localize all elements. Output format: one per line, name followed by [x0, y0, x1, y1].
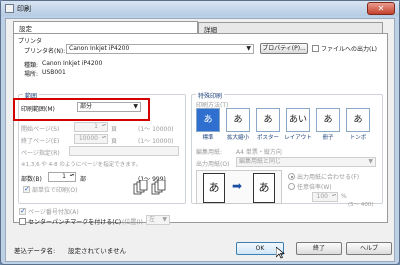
chevron-down-icon: ▼ [246, 45, 251, 52]
print-method-glyph: あ [323, 115, 333, 125]
print-method-label: 拡大縮小 [226, 135, 249, 141]
printer-group-title: プリンタ [18, 38, 43, 45]
title-bar[interactable]: 印刷 ✕ [1, 1, 399, 16]
print-method-label: 冊子 [322, 135, 334, 141]
print-range-label: 印刷範囲(M) [21, 106, 55, 113]
window-title: 印刷 [17, 5, 31, 13]
position-label: (位置(I) [122, 219, 143, 226]
chevron-down-icon: ▼ [162, 216, 167, 223]
end-page-unit: 頁 [111, 138, 118, 145]
print-method-glyph: あい [288, 115, 307, 125]
copies-label: 部数(B) [21, 176, 42, 183]
close-button[interactable]: 終了 [296, 242, 342, 255]
output-paper-value: 編集用紙と同じ [239, 158, 282, 165]
print-dialog: 印刷 ✕ 設定 詳細 プリンタ プリンタ名(N): Canon Inkjet i… [0, 0, 400, 265]
edit-paper-label: 編集用紙: [196, 149, 223, 156]
print-method-label: レイアウト [284, 135, 312, 141]
print-method-glyph: あ [233, 115, 243, 125]
start-page-unit: 頁 [111, 126, 118, 133]
print-method-4[interactable]: あい [286, 108, 310, 132]
position-value: 左 [149, 216, 156, 223]
print-method-list: あ標準 あ拡大縮小 あポスター あいレイアウト あ冊子 あトンボ [196, 108, 376, 142]
center-mark-checkbox[interactable] [19, 218, 26, 225]
custom-scale-label: 任意倍率(W) [297, 184, 332, 191]
print-method-glyph: あ [353, 115, 363, 125]
print-method-6[interactable]: あ [346, 108, 370, 132]
printer-name-select[interactable]: Canon Inkjet iP4200 ▼ [66, 44, 254, 54]
print-method-5[interactable]: あ [316, 108, 340, 132]
end-page-range: (1～ 10000) [138, 138, 174, 145]
printer-model-value: Canon Inkjet iP4200 [42, 60, 103, 67]
settings-panel: プリンタ プリンタ名(N): Canon Inkjet iP4200 ▼ プロパ… [13, 33, 388, 226]
fit-to-paper-label: 出力用紙に合わせる(F) [297, 174, 360, 181]
center-mark-label: センターパンチマークを付ける(C) [28, 219, 122, 226]
fit-to-paper-radio[interactable] [288, 173, 295, 180]
print-to-file-label: ファイルへの出力(L) [321, 46, 378, 53]
printer-icon [5, 4, 14, 13]
copies-unit: 部 [80, 176, 87, 183]
preview-output-page: あ [253, 173, 275, 203]
start-page-range: (1～ 10000) [138, 126, 174, 133]
print-method-3[interactable]: あ [256, 108, 280, 132]
scale-stepper[interactable]: 100 [312, 192, 338, 202]
print-method-2[interactable]: あ [226, 108, 250, 132]
end-page-stepper[interactable]: 10000 [74, 134, 108, 144]
edit-paper-value: A4 単票・縦方向 [236, 149, 282, 156]
mouse-cursor-icon [276, 247, 285, 259]
printer-model-label: 種類: [24, 62, 39, 69]
collate-icon [133, 180, 166, 195]
start-page-label: 開始ページ(S) [21, 126, 60, 133]
status-label: 差込データ名: [14, 247, 56, 255]
print-method-1[interactable]: あ [196, 108, 220, 132]
scale-unit: % [341, 193, 347, 200]
start-page-stepper[interactable]: 1 [74, 122, 108, 132]
preview-source-page: あ [203, 173, 225, 203]
print-method-label: トンボ [349, 135, 367, 141]
special-print-group-title: 特殊印刷 [196, 91, 225, 100]
position-select[interactable]: 左 ▼ [146, 215, 170, 225]
page-spec-hint: ※1,3,6 や 4-8 のようにページを指定できます。 [21, 162, 142, 168]
copies-stepper[interactable]: 1 [48, 172, 76, 182]
status-value: 設定されていません [68, 247, 127, 255]
print-range-value: 部分 [80, 103, 93, 110]
arrow-right-icon: ➡ [232, 179, 243, 193]
print-method-label: 標準 [202, 135, 214, 141]
collate-checkbox[interactable] [23, 185, 30, 193]
tab-settings[interactable]: 設定 [13, 21, 198, 33]
printer-name-value: Canon Inkjet iP4200 [69, 45, 130, 52]
page-number-label: ページ番号付加(A) [28, 209, 79, 216]
print-range-select[interactable]: 部分 ▼ [77, 102, 141, 112]
printer-location-label: 場所: [24, 71, 39, 78]
print-to-file-checkbox[interactable] [312, 45, 319, 52]
collate-label: 部単位で印刷(O) [32, 187, 78, 194]
help-button[interactable]: ヘルプ [346, 242, 392, 255]
printer-name-label: プリンタ名(N): [24, 48, 66, 55]
properties-button[interactable]: プロパティ(P)... [260, 43, 308, 54]
chevron-down-icon: ▼ [368, 158, 373, 165]
print-method-label: ポスター [256, 135, 279, 141]
close-window-button[interactable]: ✕ [367, 2, 395, 15]
page-spec-label: ページ指定(R) [21, 150, 60, 157]
print-method-glyph: あ [203, 115, 213, 125]
output-paper-select[interactable]: 編集用紙と同じ ▼ [236, 157, 376, 167]
print-method-glyph: あ [263, 115, 273, 125]
dialog-client: 設定 詳細 プリンタ プリンタ名(N): Canon Inkjet iP4200… [5, 18, 395, 262]
page-number-checkbox[interactable] [19, 207, 26, 215]
end-page-label: 終了ページ(E) [21, 138, 60, 145]
printer-location-value: USB001 [42, 69, 66, 76]
tab-details[interactable]: 詳細 [198, 22, 383, 34]
custom-scale-radio[interactable] [288, 183, 295, 190]
page-spec-input[interactable] [69, 146, 179, 156]
preview-area: あ ➡ あ [196, 170, 282, 204]
output-paper-label: 出力用紙(O) [196, 161, 230, 168]
chevron-down-icon: ▼ [133, 103, 138, 110]
scale-range: (5～ 400) [348, 202, 374, 208]
